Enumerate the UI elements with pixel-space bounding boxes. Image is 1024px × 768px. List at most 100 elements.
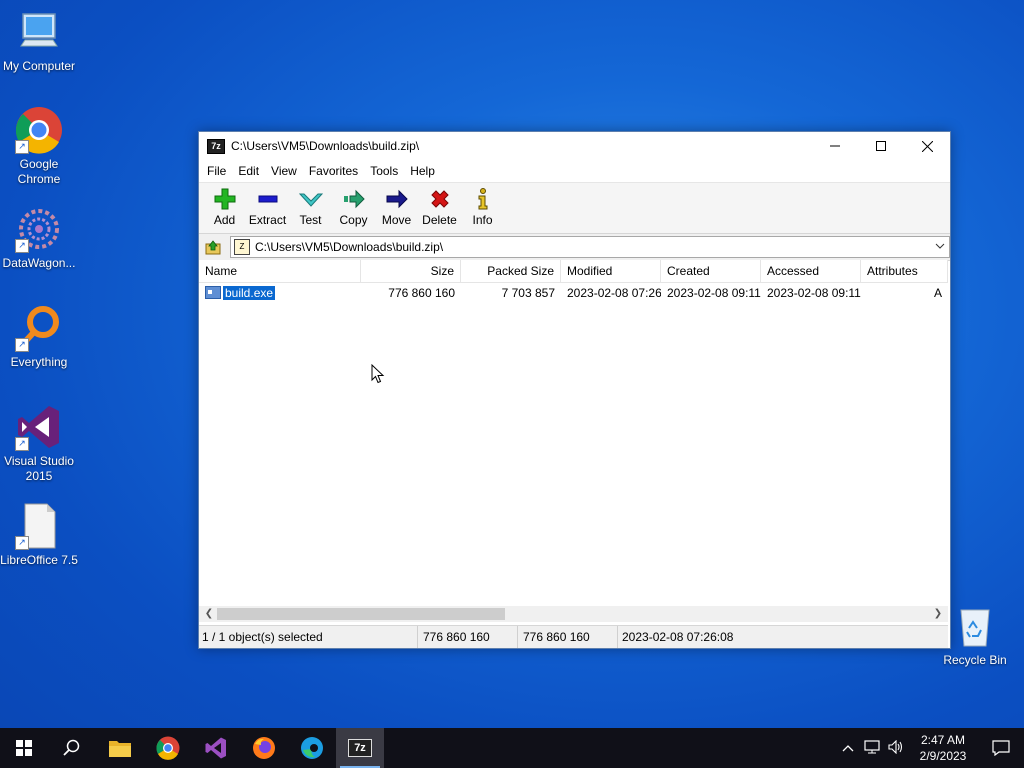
- desktop-icon-label: My Computer: [2, 59, 76, 73]
- chevron-down-icon[interactable]: [935, 240, 945, 254]
- plus-icon: [213, 188, 237, 210]
- column-header-created[interactable]: Created: [661, 260, 761, 282]
- minimize-button[interactable]: [812, 132, 858, 160]
- desktop-icon-label: Recycle Bin: [943, 653, 1007, 667]
- menu-tools[interactable]: Tools: [364, 164, 404, 178]
- copy-button[interactable]: Copy: [332, 188, 375, 233]
- file-packed-size: 7 703 857: [501, 286, 555, 300]
- chrome-icon: ↗: [15, 106, 63, 154]
- menu-help[interactable]: Help: [404, 164, 441, 178]
- desktop-icon-label: Google Chrome: [17, 157, 61, 186]
- copy-arrow-icon: [342, 188, 366, 210]
- taskbar: 7z 2:47 AM 2/9/2023: [0, 728, 1024, 768]
- close-button[interactable]: [904, 132, 950, 160]
- desktop-icon-datawagon[interactable]: ↗ DataWagon...: [0, 205, 78, 271]
- clock[interactable]: 2:47 AM 2/9/2023: [908, 732, 978, 764]
- address-text: C:\Users\VM5\Downloads\build.zip\: [255, 240, 444, 254]
- column-header-name[interactable]: Name: [199, 260, 361, 282]
- maximize-button[interactable]: [858, 132, 904, 160]
- start-button[interactable]: [0, 728, 48, 768]
- info-icon: [471, 188, 495, 210]
- title-bar[interactable]: 7z C:\Users\VM5\Downloads\build.zip\: [199, 132, 950, 160]
- checkmark-icon: [298, 188, 323, 210]
- extract-button[interactable]: Extract: [246, 188, 289, 233]
- menu-view[interactable]: View: [265, 164, 303, 178]
- zip-archive-icon: Z: [234, 239, 250, 255]
- up-folder-button[interactable]: [202, 236, 224, 258]
- menu-favorites[interactable]: Favorites: [303, 164, 364, 178]
- address-input[interactable]: Z C:\Users\VM5\Downloads\build.zip\: [230, 236, 950, 258]
- chrome-icon: [156, 736, 180, 760]
- delete-label: Delete: [422, 213, 457, 227]
- datawagon-icon: ↗: [15, 205, 63, 253]
- desktop-icon-visual-studio[interactable]: ↗ Visual Studio 2015: [0, 403, 78, 484]
- scroll-right-icon[interactable]: ❯: [930, 606, 946, 622]
- minimize-icon: [830, 145, 840, 147]
- status-size: 776 860 160: [418, 626, 518, 648]
- taskbar-visual-studio[interactable]: [192, 728, 240, 768]
- horizontal-scrollbar[interactable]: ❮ ❯: [199, 606, 948, 622]
- status-modified: 2023-02-08 07:26:08: [622, 630, 734, 644]
- menu-bar: File Edit View Favorites Tools Help: [199, 160, 950, 183]
- info-button[interactable]: Info: [461, 188, 504, 233]
- test-label: Test: [299, 213, 322, 227]
- taskbar-chrome[interactable]: [144, 728, 192, 768]
- desktop-icon-label: Visual Studio 2015: [4, 454, 74, 483]
- column-header-packed-size[interactable]: Packed Size: [461, 260, 561, 282]
- delete-button[interactable]: Delete: [418, 188, 461, 233]
- desktop-icon-libreoffice[interactable]: ↗ LibreOffice 7.5: [0, 502, 78, 568]
- visual-studio-icon: ↗: [15, 403, 63, 451]
- desktop-icon-label: DataWagon...: [2, 256, 76, 270]
- menu-file[interactable]: File: [201, 164, 232, 178]
- table-row[interactable]: build.exe 776 860 160 7 703 857 2023-02-…: [199, 283, 948, 303]
- taskbar-file-explorer[interactable]: [96, 728, 144, 768]
- file-list[interactable]: Name Size Packed Size Modified Created A…: [199, 260, 948, 608]
- volume-icon[interactable]: [884, 739, 908, 757]
- menu-edit[interactable]: Edit: [232, 164, 265, 178]
- status-selected: 1 / 1 object(s) selected: [199, 626, 418, 648]
- close-icon: [921, 140, 933, 152]
- desktop-icon-everything[interactable]: ↗ Everything: [0, 304, 78, 370]
- address-bar: Z C:\Users\VM5\Downloads\build.zip\: [199, 234, 950, 261]
- 7zip-window: 7z C:\Users\VM5\Downloads\build.zip\ Fil…: [198, 131, 951, 649]
- edge-icon: [301, 737, 323, 759]
- chevron-up-icon[interactable]: [836, 741, 860, 755]
- recycle-bin-icon: [951, 602, 999, 650]
- column-header-size[interactable]: Size: [361, 260, 461, 282]
- shortcut-arrow-icon: ↗: [15, 437, 29, 451]
- file-created: 2023-02-08 09:11: [667, 286, 761, 300]
- desktop-icon-my-computer[interactable]: My Computer: [0, 8, 78, 74]
- scroll-left-icon[interactable]: ❮: [201, 606, 217, 622]
- test-button[interactable]: Test: [289, 188, 332, 233]
- shortcut-arrow-icon: ↗: [15, 338, 29, 352]
- column-header-modified[interactable]: Modified: [561, 260, 661, 282]
- move-arrow-icon: [385, 188, 409, 210]
- file-name[interactable]: build.exe: [221, 285, 277, 301]
- visual-studio-icon: [205, 737, 226, 759]
- folder-icon: [109, 741, 131, 757]
- move-label: Move: [381, 213, 412, 227]
- exe-file-icon: [205, 286, 221, 299]
- minus-icon: [256, 188, 280, 210]
- system-tray: 2:47 AM 2/9/2023: [836, 728, 1024, 768]
- scrollbar-thumb[interactable]: [217, 608, 505, 620]
- mouse-cursor-icon: [371, 364, 385, 384]
- maximize-icon: [876, 141, 886, 151]
- search-button[interactable]: [48, 728, 96, 768]
- notifications-button[interactable]: [978, 740, 1024, 756]
- network-icon[interactable]: [860, 739, 884, 757]
- column-header-attributes[interactable]: Attributes: [861, 260, 948, 282]
- 7zip-app-icon: 7z: [207, 138, 225, 154]
- folder-up-icon: [205, 240, 221, 255]
- extract-label: Extract: [248, 213, 287, 227]
- taskbar-firefox[interactable]: [240, 728, 288, 768]
- shortcut-arrow-icon: ↗: [15, 536, 29, 550]
- desktop-icon-google-chrome[interactable]: ↗ Google Chrome: [0, 106, 78, 187]
- copy-label: Copy: [339, 213, 368, 227]
- add-label: Add: [213, 213, 236, 227]
- column-header-accessed[interactable]: Accessed: [761, 260, 861, 282]
- taskbar-edge[interactable]: [288, 728, 336, 768]
- move-button[interactable]: Move: [375, 188, 418, 233]
- add-button[interactable]: Add: [203, 188, 246, 233]
- taskbar-7zip[interactable]: 7z: [336, 728, 384, 768]
